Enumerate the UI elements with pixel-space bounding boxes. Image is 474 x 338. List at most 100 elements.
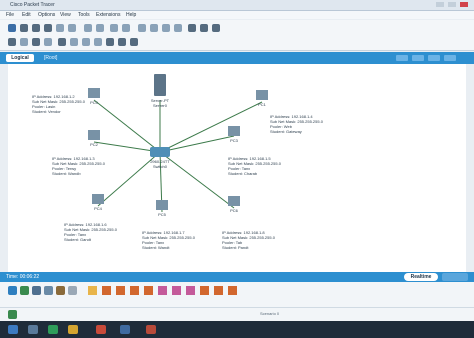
menu-view[interactable]: View: [60, 12, 71, 18]
note-line: Student: Gateway: [270, 129, 302, 134]
realtime-mode-button[interactable]: Realtime: [404, 273, 438, 281]
phone-cable-icon[interactable]: [158, 286, 167, 295]
menu-help[interactable]: Help: [126, 12, 136, 18]
copy-icon[interactable]: [84, 24, 92, 32]
set-tiled-background-button[interactable]: [428, 55, 440, 61]
maximize-icon[interactable]: [448, 2, 456, 7]
simulation-mode-button[interactable]: [442, 273, 468, 281]
straight-cable-icon[interactable]: [116, 286, 125, 295]
new-cluster-button[interactable]: [396, 55, 408, 61]
note-pc6: IP Address: 192.168.1.8 Sub Net Mask: 25…: [222, 230, 275, 250]
tab-logical[interactable]: Logical: [6, 54, 34, 62]
menu-tools[interactable]: Tools: [78, 12, 90, 18]
rectangle-icon[interactable]: [82, 38, 90, 46]
new-icon[interactable]: [8, 24, 16, 32]
pc5-icon[interactable]: [156, 200, 168, 210]
pc2-icon[interactable]: [88, 130, 100, 140]
start-icon[interactable]: [8, 325, 18, 334]
note-line: Student: Wandb: [52, 171, 81, 176]
complex-pdu-icon[interactable]: [130, 38, 138, 46]
network-info-icon[interactable]: [68, 24, 76, 32]
select-icon[interactable]: [8, 38, 16, 46]
freeform-icon[interactable]: [106, 38, 114, 46]
folder-icon[interactable]: [68, 325, 78, 334]
move-object-button[interactable]: [412, 55, 424, 61]
pc1-icon[interactable]: [256, 90, 268, 100]
custom-devices-icon[interactable]: [188, 24, 196, 32]
breadcrumb: [Root]: [44, 55, 58, 61]
note-pc4: IP Address: 192.168.1.6 Sub Net Mask: 25…: [64, 222, 117, 242]
note-pc0: IP Address: 192.168.1.2 Sub Net Mask: 25…: [32, 94, 85, 114]
pc3-icon[interactable]: [228, 126, 240, 136]
note-line: Student: Vendor: [32, 109, 61, 114]
print-icon[interactable]: [44, 24, 52, 32]
iot-cable-icon[interactable]: [228, 286, 237, 295]
pc6-icon[interactable]: [228, 196, 240, 206]
resize-icon[interactable]: [44, 38, 52, 46]
auto-cable-icon[interactable]: [88, 286, 97, 295]
note-icon[interactable]: [58, 38, 66, 46]
paste-icon[interactable]: [96, 24, 104, 32]
simple-pdu-icon[interactable]: [118, 38, 126, 46]
serial-dte-icon[interactable]: [200, 286, 209, 295]
pdu-status-icon: [8, 310, 17, 319]
line-icon[interactable]: [70, 38, 78, 46]
end-devices-icon[interactable]: [68, 286, 77, 295]
switches-icon[interactable]: [20, 286, 29, 295]
open-icon[interactable]: [20, 24, 28, 32]
menu-edit[interactable]: Edit: [22, 12, 31, 18]
logical-workspace[interactable]: Server-PT Server0 2960-24TT Switch0 PC0 …: [8, 64, 466, 272]
octal-cable-icon[interactable]: [214, 286, 223, 295]
routers-icon[interactable]: [8, 286, 17, 295]
connections-icon[interactable]: [56, 286, 65, 295]
viewport-button[interactable]: [444, 55, 456, 61]
app-icon[interactable]: [96, 325, 106, 334]
media-icon[interactable]: [146, 325, 156, 334]
close-icon[interactable]: [460, 2, 468, 7]
reset-zoom-icon[interactable]: [162, 24, 170, 32]
wizard-icon[interactable]: [56, 24, 64, 32]
device-type-panel: [0, 282, 474, 307]
server-icon[interactable]: [154, 74, 166, 96]
os-taskbar: [0, 321, 474, 338]
menu-extensions[interactable]: Extensions: [96, 12, 120, 18]
ellipse-icon[interactable]: [94, 38, 102, 46]
delete-icon[interactable]: [32, 38, 40, 46]
serial-dce-icon[interactable]: [186, 286, 195, 295]
main-toolbar: [0, 20, 474, 51]
pc5-label: PC5: [158, 212, 166, 217]
menu-options[interactable]: Options: [38, 12, 55, 18]
pc0-icon[interactable]: [88, 88, 100, 98]
minimize-icon[interactable]: [436, 2, 444, 7]
menu-file[interactable]: File: [6, 12, 14, 18]
app-title: Cisco Packet Tracer: [10, 2, 55, 8]
browser-icon[interactable]: [48, 325, 58, 334]
save-icon[interactable]: [32, 24, 40, 32]
undo-icon[interactable]: [110, 24, 118, 32]
pdu-icon[interactable]: [200, 24, 208, 32]
switch-icon[interactable]: [150, 147, 170, 157]
pc0-label: PC0: [90, 100, 98, 105]
wireless-icon[interactable]: [44, 286, 53, 295]
fiber-cable-icon[interactable]: [144, 286, 153, 295]
workspace-tabbar: Logical [Root]: [0, 52, 474, 64]
status-bar: Time: 00:06:22 Realtime: [0, 272, 474, 282]
redo-icon[interactable]: [122, 24, 130, 32]
scenario-label[interactable]: Scenario 0: [260, 311, 279, 316]
crossover-cable-icon[interactable]: [130, 286, 139, 295]
inspect-icon[interactable]: [20, 38, 28, 46]
zoom-in-icon[interactable]: [138, 24, 146, 32]
zoom-out-icon[interactable]: [150, 24, 158, 32]
console-cable-icon[interactable]: [102, 286, 111, 295]
note-line: Student: Wandt: [142, 245, 170, 250]
hubs-icon[interactable]: [32, 286, 41, 295]
custom-pdu-icon[interactable]: [212, 24, 220, 32]
pc2-label: PC2: [90, 142, 98, 147]
menu-bar: File Edit Options View Tools Extensions …: [0, 11, 474, 19]
packet-tracer-taskbar-icon[interactable]: [120, 325, 130, 334]
coaxial-cable-icon[interactable]: [172, 286, 181, 295]
title-bar: Cisco Packet Tracer: [0, 0, 474, 11]
drawing-palette-icon[interactable]: [174, 24, 182, 32]
pc4-icon[interactable]: [92, 194, 104, 204]
file-explorer-icon[interactable]: [28, 325, 38, 334]
